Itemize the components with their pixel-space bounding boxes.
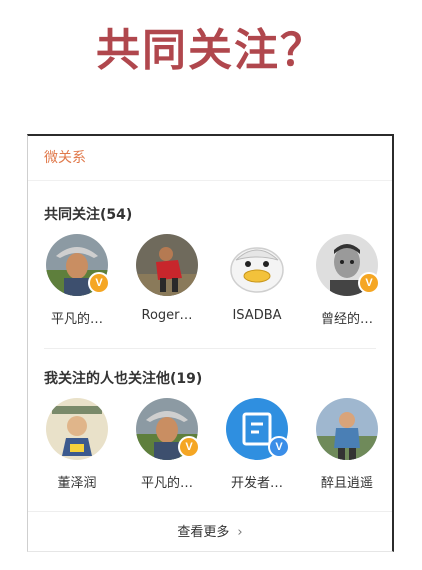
user-name[interactable]: 醉且逍遥 [302, 472, 392, 491]
user-item[interactable]: V 曾经的… [302, 234, 392, 327]
user-name[interactable]: 平凡的… [32, 308, 122, 327]
user-item[interactable]: Roger… [122, 234, 212, 327]
avatar-image [316, 398, 378, 460]
user-name[interactable]: 平凡的… [122, 472, 212, 491]
relationship-card: 微关系 共同关注(54) V 平凡的… Roger… ISADBA V 曾经的…… [27, 134, 394, 552]
user-item[interactable]: V 平凡的… [122, 398, 212, 491]
view-more-label: 查看更多 [177, 525, 230, 540]
avatar[interactable] [316, 398, 378, 460]
avatar-image [136, 234, 198, 296]
verified-badge-icon: V [88, 272, 110, 294]
user-item[interactable]: V 平凡的… [32, 234, 122, 327]
avatar[interactable]: V [316, 234, 380, 296]
avatar-image [226, 234, 288, 296]
section-divider [44, 348, 376, 349]
verified-badge-icon: V [178, 436, 200, 458]
avatar[interactable] [136, 234, 198, 296]
user-name[interactable]: 开发者… [212, 472, 302, 491]
mutual-follow-title: 我关注的人也关注他(19) [44, 371, 203, 387]
avatar[interactable]: V [136, 398, 200, 460]
user-name[interactable]: 董泽润 [32, 472, 122, 491]
headline-title: 共同关注？ [96, 25, 326, 76]
user-name[interactable]: 曾经的… [302, 308, 392, 327]
user-item[interactable]: V 开发者… [212, 398, 302, 491]
avatar[interactable]: V [46, 234, 110, 296]
verified-badge-icon: V [358, 272, 380, 294]
chevron-right-icon: › [237, 525, 243, 540]
user-name[interactable]: ISADBA [212, 308, 302, 323]
verified-badge-icon: V [268, 436, 290, 458]
card-header: 微关系 [28, 136, 392, 181]
avatar[interactable] [46, 398, 108, 460]
view-more-button[interactable]: 查看更多 › [28, 511, 392, 554]
avatar-image [46, 398, 108, 460]
avatar[interactable]: V [226, 398, 290, 460]
user-item[interactable]: ISADBA [212, 234, 302, 327]
common-follow-row: V 平凡的… Roger… ISADBA V 曾经的… [28, 234, 393, 327]
user-item[interactable]: 醉且逍遥 [302, 398, 392, 491]
common-follow-title: 共同关注(54) [44, 207, 133, 223]
user-item[interactable]: 董泽润 [32, 398, 122, 491]
user-name[interactable]: Roger… [122, 308, 212, 323]
mutual-follow-row: 董泽润 V 平凡的… V 开发者… 醉且逍遥 [28, 398, 393, 491]
avatar[interactable] [226, 234, 288, 296]
